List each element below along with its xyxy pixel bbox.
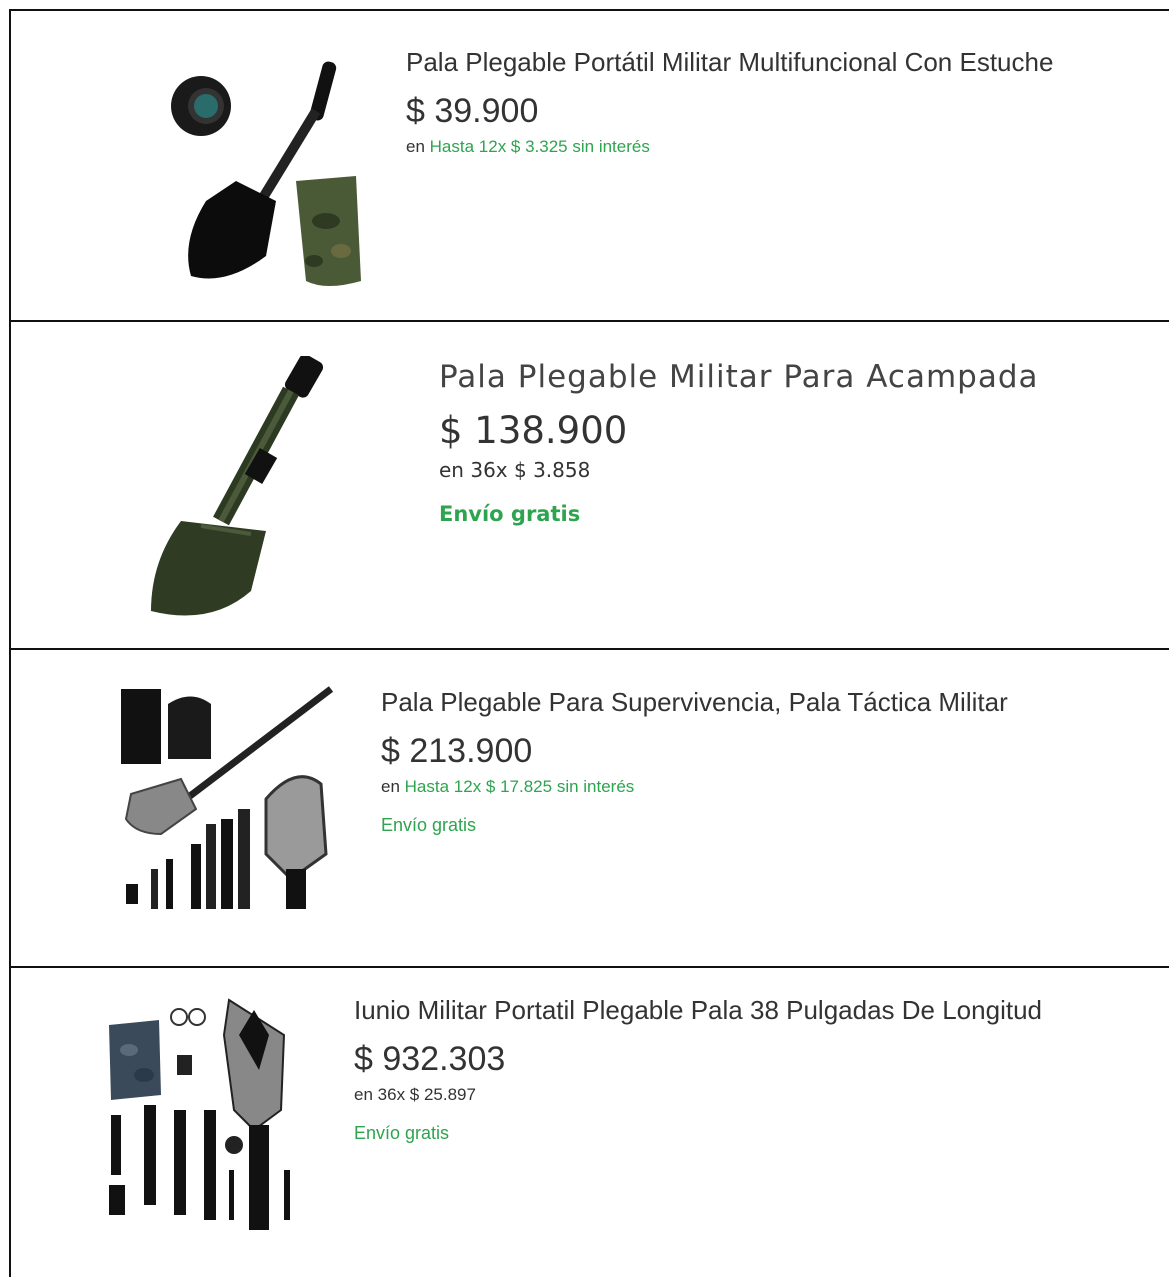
installments-prefix: en bbox=[439, 458, 464, 482]
installments-value: Hasta 12x $ 3.325 sin interés bbox=[429, 137, 650, 156]
product-image-folding-shovel-with-case[interactable] bbox=[166, 51, 366, 291]
product-card-3[interactable]: Pala Plegable Para Supervivencia, Pala T… bbox=[11, 649, 1169, 967]
product-price: $ 213.900 bbox=[381, 732, 533, 770]
product-title[interactable]: Pala Plegable Militar Para Acampada bbox=[439, 359, 1039, 395]
installments-value: 36x $ 3.858 bbox=[470, 458, 591, 482]
product-list: Pala Plegable Portátil Militar Multifunc… bbox=[9, 9, 1169, 1277]
free-shipping-label: Envío gratis bbox=[439, 502, 581, 526]
product-image-38-inch-shovel-kit[interactable] bbox=[99, 995, 309, 1235]
product-card-1[interactable]: Pala Plegable Portátil Militar Multifunc… bbox=[11, 11, 1169, 321]
product-title[interactable]: Iunio Militar Portatil Plegable Pala 38 … bbox=[354, 995, 1042, 1026]
product-card-4[interactable]: Iunio Militar Portatil Plegable Pala 38 … bbox=[11, 967, 1169, 1279]
product-title[interactable]: Pala Plegable Portátil Militar Multifunc… bbox=[406, 47, 1053, 78]
product-card-2[interactable]: Pala Plegable Militar Para Acampada $ 13… bbox=[11, 321, 1169, 649]
product-image-survival-shovel-kit[interactable] bbox=[106, 684, 346, 924]
product-info: Pala Plegable Militar Para Acampada $ 13… bbox=[439, 359, 1039, 526]
product-info: Pala Plegable Para Supervivencia, Pala T… bbox=[381, 687, 1008, 836]
installments: en 36x $ 25.897 bbox=[354, 1085, 1042, 1105]
installments: en Hasta 12x $ 3.325 sin interés bbox=[406, 137, 1053, 157]
installments: en 36x $ 3.858 bbox=[439, 458, 1039, 482]
installments-prefix: en bbox=[406, 137, 425, 156]
free-shipping-label: Envío gratis bbox=[381, 815, 477, 835]
installments-value: Hasta 12x $ 17.825 sin interés bbox=[404, 777, 635, 796]
product-price: $ 39.900 bbox=[406, 92, 539, 130]
product-info: Pala Plegable Portátil Militar Multifunc… bbox=[406, 47, 1053, 157]
installments-value: 36x $ 25.897 bbox=[377, 1085, 476, 1104]
product-price: $ 138.900 bbox=[439, 409, 628, 452]
installments-prefix: en bbox=[354, 1085, 373, 1104]
product-info: Iunio Militar Portatil Plegable Pala 38 … bbox=[354, 995, 1042, 1144]
installments-prefix: en bbox=[381, 777, 400, 796]
installments: en Hasta 12x $ 17.825 sin interés bbox=[381, 777, 1008, 797]
product-price: $ 932.303 bbox=[354, 1040, 506, 1078]
product-image-camping-shovel[interactable] bbox=[141, 356, 351, 626]
product-title[interactable]: Pala Plegable Para Supervivencia, Pala T… bbox=[381, 687, 1008, 718]
free-shipping-label: Envío gratis bbox=[354, 1123, 450, 1143]
